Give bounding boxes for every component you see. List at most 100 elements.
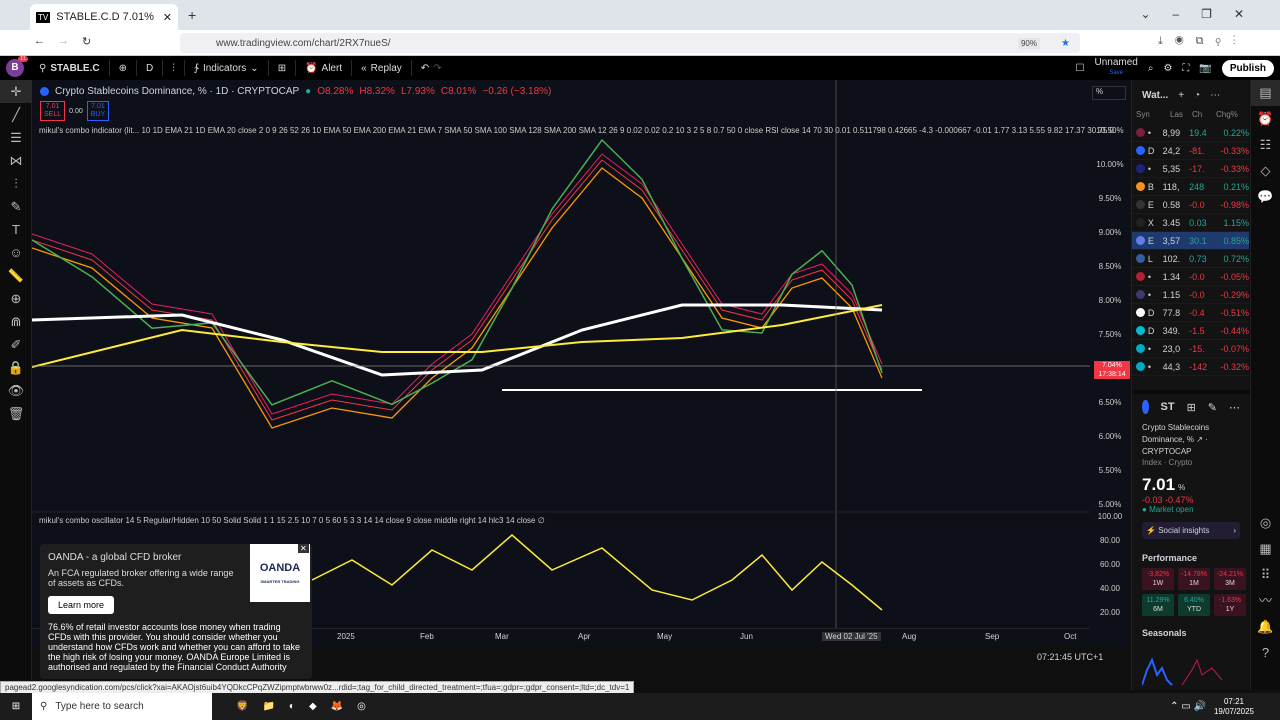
watchlist-row[interactable]: D 349. -1.5 -0.44%	[1132, 322, 1249, 340]
settings-icon[interactable]: ⚙	[1163, 63, 1172, 74]
bell-icon[interactable]: 🔔	[1251, 614, 1280, 640]
col-symbol[interactable]: Syn	[1136, 110, 1170, 124]
apps-icon[interactable]: ⠿	[1251, 562, 1280, 588]
alert-button[interactable]: ⏰ Alert	[296, 60, 353, 76]
text-icon[interactable]: T	[0, 218, 32, 241]
interval-button[interactable]: D	[137, 60, 164, 76]
publish-button[interactable]: Publish	[1221, 59, 1274, 77]
window-controls[interactable]: ⌄–❐✕	[1140, 7, 1266, 21]
taskbar-search[interactable]: ⚲ Type here to search	[32, 693, 212, 720]
watchlist-row[interactable]: • 8,99 19.4 0.22%	[1132, 124, 1249, 142]
lock-icon[interactable]: 🔒	[0, 356, 32, 379]
url-input[interactable]: www.tradingview.com/chart/2RX7nueS/ 90% …	[180, 33, 1080, 53]
col-change-pct[interactable]: Chg%	[1216, 110, 1238, 124]
watchlist-chart-icon[interactable]: ◔	[1194, 90, 1200, 101]
back-icon[interactable]: ←	[34, 35, 45, 47]
object-tree-icon[interactable]: ☷	[1251, 132, 1280, 158]
social-insights-button[interactable]: ⚡ Social insights ›	[1142, 522, 1240, 539]
symbol-search-button[interactable]: ⚲ STABLE.C	[30, 60, 110, 76]
symbol-title[interactable]: Crypto Stablecoins Dominance, % · 1D · C…	[55, 86, 299, 97]
learn-more-button[interactable]: Learn more	[48, 596, 115, 614]
bookmark-star-icon[interactable]: ★	[1061, 38, 1070, 49]
watchlist-row[interactable]: • 44,3 -142 -0.32%	[1132, 358, 1249, 376]
col-change[interactable]: Ch	[1192, 110, 1216, 124]
target-icon[interactable]: ◎	[1251, 510, 1280, 536]
templates-icon[interactable]: ⊞	[269, 60, 297, 76]
buy-button[interactable]: 7.01 BUY	[86, 101, 110, 121]
browser-tab[interactable]: TV STABLE.C.D 7.01% ▼ -0.47% U ✕	[30, 4, 178, 30]
zoom-level[interactable]: 90%	[1017, 37, 1040, 49]
projection-icon[interactable]: ⫶	[0, 172, 32, 195]
feed-icon[interactable]: 〰	[1251, 588, 1280, 614]
more-icon[interactable]: ⋯	[1210, 90, 1220, 101]
taskbar-apps[interactable]: 🦁📁◐◆🦊◎	[236, 701, 380, 712]
layers-icon[interactable]: ◇	[1251, 158, 1280, 184]
more-icon[interactable]: ⋯	[1229, 401, 1240, 414]
new-tab-icon[interactable]: +	[188, 7, 196, 23]
clock[interactable]: 07:21:45 UTC+1	[1037, 652, 1103, 662]
add-symbol-icon[interactable]: +	[1178, 90, 1184, 101]
scale-mode-input[interactable]: %	[1092, 86, 1126, 100]
sell-button[interactable]: 7.01 SELL	[40, 101, 66, 121]
watchlist-title[interactable]: Wat...	[1142, 90, 1168, 101]
perf-cell-ytd[interactable]: 6.40% YTD	[1178, 594, 1210, 616]
watchlist-row[interactable]: D 77.8 -0.4 -0.51%	[1132, 304, 1249, 322]
edit-icon[interactable]: ✎	[1208, 401, 1217, 414]
windows-start-icon[interactable]: ⊞	[0, 701, 32, 712]
col-last[interactable]: Las	[1170, 110, 1192, 124]
watchlist-row[interactable]: L 102. 0.73 0.72%	[1132, 250, 1249, 268]
perf-cell-6m[interactable]: 11.29% 6M	[1142, 594, 1174, 616]
watchlist-row[interactable]: E 0.58 -0.0 -0.98%	[1132, 196, 1249, 214]
ad-banner[interactable]: OANDA - a global CFD broker An FCA regul…	[40, 544, 312, 679]
eye-icon[interactable]: 👁	[0, 379, 32, 402]
forward-icon[interactable]: →	[58, 35, 69, 47]
perf-cell-3m[interactable]: -24.21% 3M	[1214, 568, 1246, 590]
price-axis[interactable]: 10.50%10.00%9.50%9.00%8.50%8.00%7.50%7.0…	[1090, 80, 1130, 512]
reload-icon[interactable]: ↻	[82, 35, 91, 48]
fullscreen-icon[interactable]: ⛶	[1182, 63, 1189, 74]
fib-icon[interactable]: ☰	[0, 126, 32, 149]
watchlist-icon[interactable]: ▤	[1251, 80, 1280, 106]
avatar[interactable]: B 11	[6, 56, 29, 77]
watchlist-row[interactable]: D 24,2 -81. -0.33%	[1132, 142, 1249, 160]
watchlist-row[interactable]: • 5,35 -17. -0.33%	[1132, 160, 1249, 178]
oscillator-axis[interactable]: 100.00 80.00 60.00 40.00 20.00	[1090, 512, 1130, 628]
indicator-legend[interactable]: mikul's combo indicator (lit... 10 1D EM…	[39, 126, 1116, 135]
trendline-icon[interactable]: ╱	[0, 103, 32, 126]
watchlist-row[interactable]: • 1.34 -0.0 -0.05%	[1132, 268, 1249, 286]
lock-drawing-icon[interactable]: ✐	[0, 333, 32, 356]
screenshot-icon[interactable]: 📷	[1199, 63, 1211, 74]
emoji-icon[interactable]: ☺	[0, 241, 32, 264]
layout-checkbox[interactable]: ☐	[1076, 63, 1085, 74]
indicators-button[interactable]: ∱ Indicators ⌄	[185, 60, 269, 76]
calendar-icon[interactable]: ▦	[1251, 536, 1280, 562]
add-symbol-icon[interactable]: ⊕	[110, 60, 137, 76]
system-tray[interactable]: ⌃ ▭ 🔊 07:21 19/07/2025	[1170, 697, 1280, 717]
close-tab-icon[interactable]: ✕	[163, 11, 172, 24]
watchlist-row[interactable]: B 118, 248 0.21%	[1132, 178, 1249, 196]
details-name[interactable]: Crypto Stablecoins Dominance, % ↗ · CRYP…	[1142, 422, 1240, 458]
watchlist-row[interactable]: E 3,57 30.1 0.85%	[1132, 232, 1249, 250]
watchlist-row[interactable]: • 1.15 -0.0 -0.29%	[1132, 286, 1249, 304]
help-icon[interactable]: ?	[1251, 640, 1280, 666]
perf-cell-1m[interactable]: -14.78% 1M	[1178, 568, 1210, 590]
browser-menu-icons[interactable]: ⤓◉⧉⚲⋮	[1158, 35, 1248, 48]
crosshair-icon[interactable]: ✛	[0, 80, 32, 103]
layout-icon[interactable]: ⊞	[1187, 401, 1196, 414]
watchlist-row[interactable]: X 3.45 0.03 1.15%	[1132, 214, 1249, 232]
oscillator-legend[interactable]: mikul's combo oscillator 14 5 Regular/Hi…	[39, 516, 545, 525]
perf-cell-1y[interactable]: -1.63% 1Y	[1214, 594, 1246, 616]
alerts-icon[interactable]: ⏰	[1251, 106, 1280, 132]
trash-icon[interactable]: 🗑	[0, 402, 32, 425]
close-ad-icon[interactable]: ✕	[298, 544, 309, 553]
undo-icon[interactable]: ↶ ↷	[412, 60, 451, 76]
chart-type-icon[interactable]: ⫶	[163, 60, 185, 76]
perf-cell-1w[interactable]: -3.82% 1W	[1142, 568, 1174, 590]
magnet-icon[interactable]: ⋒	[0, 310, 32, 333]
chat-icon[interactable]: 💬	[1251, 184, 1280, 210]
watchlist-row[interactable]: • 23,0 -15. -0.07%	[1132, 340, 1249, 358]
zoom-icon[interactable]: ⊕	[0, 287, 32, 310]
brush-icon[interactable]: ✎	[0, 195, 32, 218]
layout-name-button[interactable]: Unnamed Save	[1094, 58, 1137, 78]
ruler-icon[interactable]: 📏	[0, 264, 32, 287]
